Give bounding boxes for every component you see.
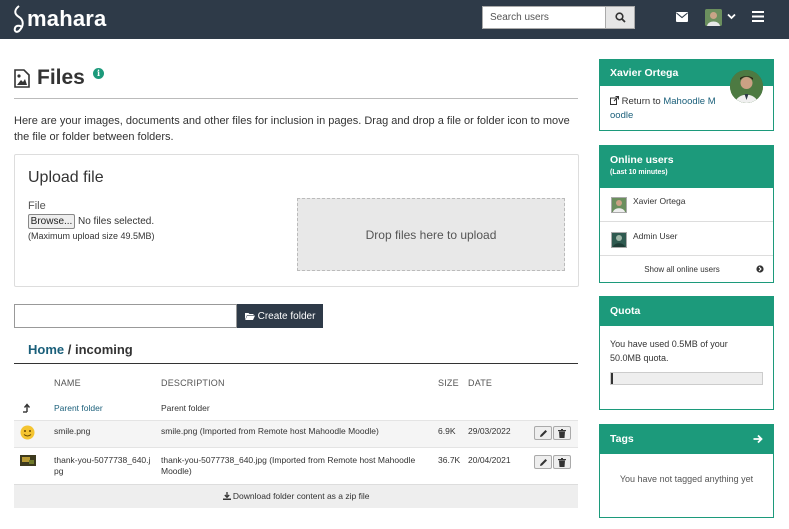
folder-open-icon xyxy=(244,313,255,320)
image-thumbnail[interactable] xyxy=(20,455,36,466)
quota-card: Quota You have used 0.5MB of your 50.0MB… xyxy=(599,296,774,410)
mahara-logo-icon xyxy=(13,5,24,33)
user-avatar[interactable] xyxy=(705,9,722,26)
chevron-down-icon[interactable] xyxy=(727,13,736,20)
profile-avatar[interactable] xyxy=(730,70,763,103)
row-size: 6.9K xyxy=(438,426,456,436)
search-button[interactable] xyxy=(606,6,635,29)
upload-title: Upload file xyxy=(28,169,104,186)
profile-photo xyxy=(730,70,763,103)
online-users-header: Online users (Last 10 minutes) xyxy=(600,146,773,188)
envelope-icon[interactable] xyxy=(676,12,688,22)
image-file-icon xyxy=(14,68,30,88)
show-all-label: Show all online users xyxy=(644,265,720,274)
no-file-text: No files selected. xyxy=(78,216,155,227)
row-date: 29/03/2022 xyxy=(468,426,511,436)
quota-progress-fill xyxy=(611,373,613,384)
online-user-item[interactable]: Admin User xyxy=(600,222,773,256)
file-name-line1: thank-you-5077738_640.j xyxy=(54,455,151,465)
quota-title[interactable]: Quota xyxy=(600,297,773,326)
quota-text-line2: 50.0MB quota. xyxy=(610,353,669,363)
drop-zone-text: Drop files here to upload xyxy=(365,227,497,242)
row-date: 20/04/2021 xyxy=(468,455,511,465)
quota-text: You have used 0.5MB of your 50.0MB quota… xyxy=(600,326,773,365)
online-user-name: Xavier Ortega xyxy=(633,196,686,206)
row-size: 36.7K xyxy=(438,455,461,465)
logo-text: mahara xyxy=(27,6,107,31)
file-name[interactable]: thank-you-5077738_640.j pg xyxy=(54,455,150,477)
return-link-continued[interactable]: oodle xyxy=(610,109,763,123)
create-folder-label: Create folder xyxy=(257,310,316,322)
top-navbar xyxy=(0,0,789,39)
max-upload-size: (Maximum upload size 49.5MB) xyxy=(28,231,155,241)
file-name-line2: pg xyxy=(54,466,64,476)
description-line1: thank-you-5077738_640.jpg (Imported from… xyxy=(161,455,416,465)
search-placeholder: Search users xyxy=(490,12,549,23)
quota-progress-bar xyxy=(610,372,763,385)
pencil-icon xyxy=(539,429,547,437)
create-folder-button[interactable]: Create folder xyxy=(237,304,323,328)
breadcrumb-current: incoming xyxy=(74,342,133,357)
info-icon[interactable]: i xyxy=(93,68,104,79)
tags-card: Tags You have not tagged anything yet xyxy=(599,424,774,518)
return-link[interactable]: Mahoodle M xyxy=(663,96,715,107)
row-description: smile.png (Imported from Remote host Mah… xyxy=(161,426,379,436)
level-up-icon[interactable] xyxy=(22,403,31,413)
online-user-avatar xyxy=(611,197,627,213)
page-title: Files xyxy=(14,66,85,90)
file-name[interactable]: smile.png xyxy=(54,426,90,437)
online-users-subtitle: (Last 10 minutes) xyxy=(610,169,668,176)
edit-button[interactable] xyxy=(534,455,552,469)
delete-button[interactable] xyxy=(553,455,571,469)
row-description: thank-you-5077738_640.jpg (Imported from… xyxy=(161,455,415,477)
return-text: Return to xyxy=(621,96,664,107)
smiley-thumbnail-icon[interactable] xyxy=(20,425,35,440)
page-intro: Here are your images, documents and othe… xyxy=(14,115,570,143)
search-icon xyxy=(614,12,626,23)
trash-icon xyxy=(558,428,566,438)
delete-button[interactable] xyxy=(553,426,571,440)
breadcrumb-separator: / xyxy=(64,342,75,357)
folder-name-input[interactable] xyxy=(14,304,237,328)
row-description: Parent folder xyxy=(161,403,210,413)
column-header-description[interactable]: DESCRIPTION xyxy=(161,378,225,388)
parent-folder-link[interactable]: Parent folder xyxy=(54,403,103,414)
avatar-image xyxy=(705,9,722,26)
column-header-date[interactable]: DATE xyxy=(468,378,492,388)
browse-button[interactable]: Browse... xyxy=(28,214,75,229)
page-title-text: Files xyxy=(37,66,85,89)
download-icon xyxy=(222,492,231,500)
arrow-right-icon[interactable] xyxy=(753,434,763,444)
description-line2: Moodle) xyxy=(161,466,192,476)
show-all-online-users[interactable]: Show all online users xyxy=(600,256,773,281)
pencil-icon xyxy=(539,458,547,466)
search-users-input[interactable]: Search users xyxy=(482,6,606,29)
hamburger-menu-icon[interactable] xyxy=(752,11,764,22)
breadcrumb-home[interactable]: Home xyxy=(28,342,64,357)
column-header-size[interactable]: SIZE xyxy=(438,378,459,388)
mahara-logo[interactable]: mahara xyxy=(12,3,106,35)
download-zip-link[interactable]: Download folder content as a zip file xyxy=(14,491,578,501)
file-label: File xyxy=(28,200,46,212)
breadcrumb-divider xyxy=(14,363,578,364)
online-users-title[interactable]: Online users xyxy=(610,154,763,166)
quota-text-line1: You have used 0.5MB of your xyxy=(610,339,728,349)
title-divider xyxy=(14,98,578,99)
breadcrumb: Home / incoming xyxy=(28,342,133,357)
edit-button[interactable] xyxy=(534,426,552,440)
drop-zone[interactable]: Drop files here to upload xyxy=(297,198,565,271)
column-header-name[interactable]: NAME xyxy=(54,378,81,388)
online-user-item[interactable]: Xavier Ortega xyxy=(600,188,773,222)
online-users-card: Online users (Last 10 minutes) Xavier Or… xyxy=(599,145,774,283)
online-user-name: Admin User xyxy=(633,231,678,241)
tags-empty-text: You have not tagged anything yet xyxy=(619,474,754,484)
trash-icon xyxy=(558,457,566,467)
download-zip-label: Download folder content as a zip file xyxy=(232,491,370,501)
tags-header[interactable]: Tags xyxy=(600,425,773,454)
online-user-avatar xyxy=(611,232,627,248)
tags-title: Tags xyxy=(610,433,634,445)
arrow-circle-right-icon xyxy=(756,265,764,273)
external-link-icon xyxy=(610,96,619,105)
